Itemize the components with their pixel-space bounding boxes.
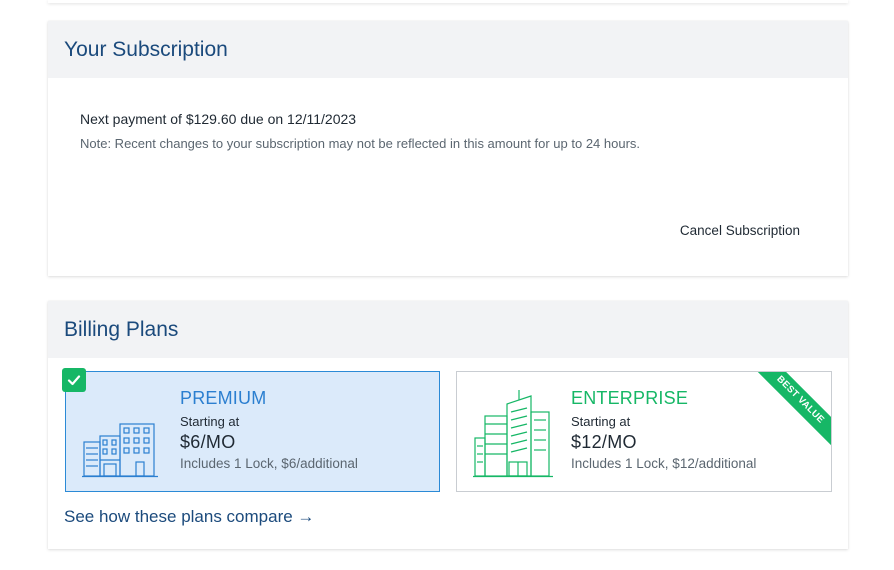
enterprise-plan-info: ENTERPRISE Starting at $12/MO Includes 1… (571, 388, 756, 471)
buildings-blue-icon (82, 423, 158, 478)
best-value-ribbon: BEST VALUE (754, 372, 831, 446)
plan-name: ENTERPRISE (571, 388, 689, 408)
subscription-card: Your Subscription Next payment of $129.6… (48, 21, 848, 276)
subscription-body: Next payment of $129.60 due on 12/11/202… (48, 78, 848, 276)
premium-plan-info: PREMIUM Starting at $6/MO Includes 1 Loc… (180, 388, 358, 471)
plan-option-enterprise[interactable]: BEST VALUE ENTERPRISE Starting at $12/MO… (456, 371, 832, 492)
plan-price: $6/MO (180, 432, 236, 452)
billing-plans-body: PREMIUM Starting at $6/MO Includes 1 Loc… (48, 358, 848, 549)
plan-includes: Includes 1 Lock, $12/additional (571, 456, 757, 471)
previous-card-edge (48, 0, 848, 3)
next-payment-text: Next payment of $129.60 due on 12/11/202… (80, 111, 357, 127)
compare-plans-link[interactable]: See how these plans compare → (64, 507, 314, 527)
billing-plans-title: Billing Plans (64, 317, 179, 341)
plan-option-premium[interactable]: PREMIUM Starting at $6/MO Includes 1 Loc… (62, 368, 440, 492)
billing-plans-header: Billing Plans (48, 301, 848, 358)
subscription-note: Note: Recent changes to your subscriptio… (80, 136, 641, 151)
plan-starting-label: Starting at (571, 414, 631, 429)
skyscraper-green-icon (473, 390, 553, 478)
plan-starting-label: Starting at (180, 414, 240, 429)
plan-includes: Includes 1 Lock, $6/additional (180, 456, 358, 471)
plan-name: PREMIUM (180, 388, 267, 408)
cancel-subscription-link[interactable]: Cancel Subscription (680, 223, 800, 238)
subscription-title: Your Subscription (64, 37, 228, 61)
billing-plans-card: Billing Plans PREMIUM Starting at $6/MO … (48, 301, 848, 549)
plan-price: $12/MO (571, 432, 637, 452)
selected-check-icon (62, 368, 86, 392)
subscription-header: Your Subscription (48, 21, 848, 78)
